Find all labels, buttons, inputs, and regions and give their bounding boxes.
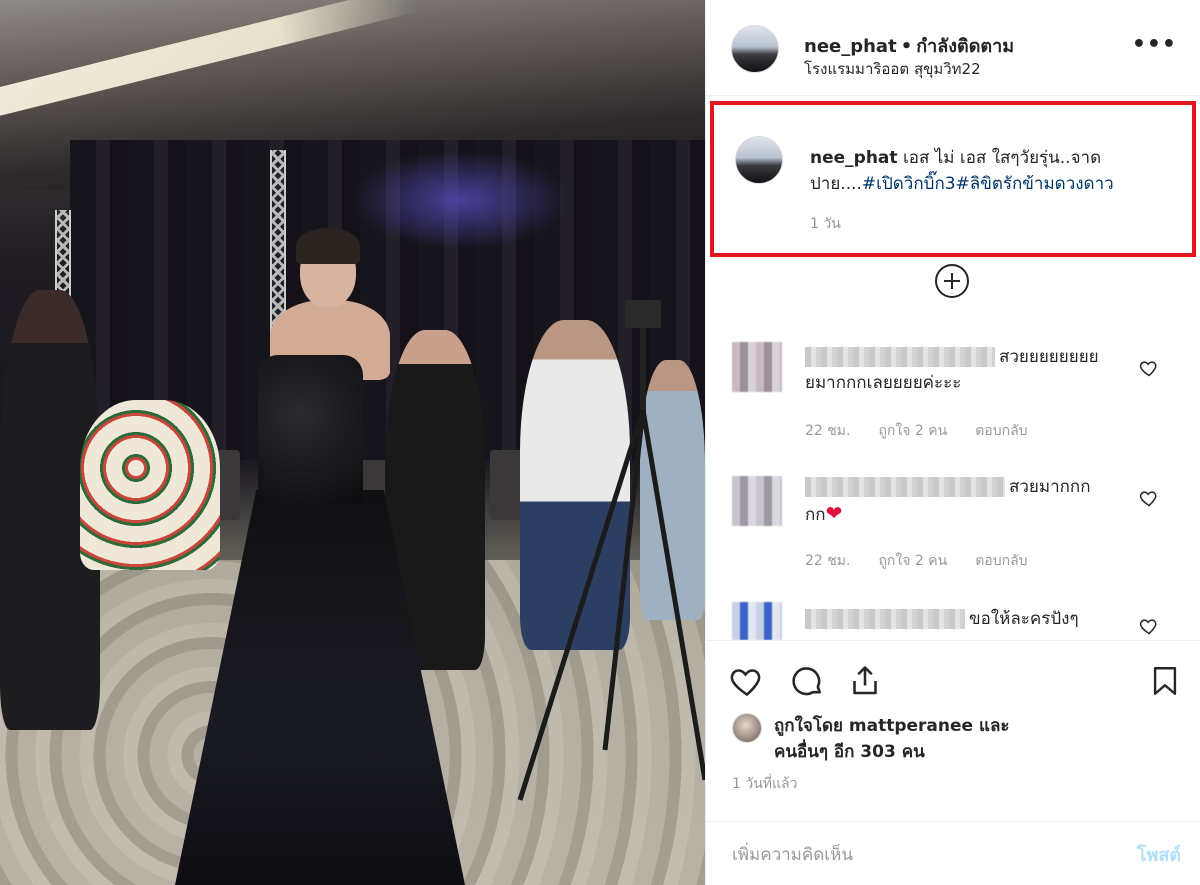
comment-reply[interactable]: ตอบกลับ bbox=[975, 423, 1027, 439]
liker-avatar[interactable] bbox=[732, 713, 762, 743]
post-header: nee_phat • กำลังติดตาม โรงแรมมาริออต สุขุม… bbox=[706, 0, 1200, 96]
caption-time: 1 วัน bbox=[810, 216, 841, 232]
comment-meta: 22 ชม. ถูกใจ 2 คน ตอบกลับ bbox=[805, 420, 1056, 442]
load-more-plus-icon[interactable] bbox=[935, 264, 969, 298]
caption-author-avatar[interactable] bbox=[735, 136, 783, 184]
comment-likes[interactable]: ถูกใจ 2 คน bbox=[878, 553, 947, 569]
comment-text: สวยยยยยยยยยมากกกเลยยยยค่ะะะ bbox=[805, 344, 1105, 396]
heart-icon[interactable] bbox=[1139, 488, 1159, 508]
comment-reply[interactable]: ตอบกลับ bbox=[975, 553, 1027, 569]
red-heart-emoji: ❤ bbox=[825, 501, 843, 525]
comment-avatar[interactable] bbox=[732, 342, 782, 392]
comment-time: 22 ชม. bbox=[805, 423, 851, 439]
comment-meta: 22 ชม. ถูกใจ 2 คน ตอบกลับ bbox=[805, 550, 1056, 572]
heart-icon[interactable] bbox=[728, 663, 766, 699]
post-photo[interactable] bbox=[0, 0, 705, 885]
photo-woman-hair bbox=[296, 228, 360, 264]
more-icon[interactable]: ••• bbox=[1132, 32, 1177, 57]
comment-text: ขอให้ละครปังๆ bbox=[805, 606, 1105, 632]
liked-by-and: และ bbox=[978, 716, 1010, 736]
author-username[interactable]: nee_phat bbox=[804, 36, 897, 57]
author-line: nee_phat • กำลังติดตาม bbox=[804, 31, 1014, 60]
heart-icon[interactable] bbox=[1139, 616, 1159, 636]
blurred-username[interactable] bbox=[805, 477, 1005, 497]
likes-text: ถูกใจโดย mattperanee และ คนอื่นๆ อีก 303… bbox=[774, 713, 1154, 765]
others-likes-link[interactable]: คนอื่นๆ อีก 303 คน bbox=[774, 742, 925, 762]
heart-icon[interactable] bbox=[1139, 358, 1159, 378]
caption-text: nee_phat เอส ไม่ เอส ใสๆวัยรุ่น..จาดปาย.… bbox=[810, 145, 1170, 197]
post-sidebar: nee_phat • กำลังติดตาม โรงแรมมาริออต สุขุม… bbox=[705, 0, 1200, 885]
author-avatar[interactable] bbox=[731, 25, 779, 73]
share-icon[interactable] bbox=[847, 663, 883, 699]
liker-username[interactable]: mattperanee bbox=[849, 716, 973, 736]
following-button[interactable]: กำลังติดตาม bbox=[916, 36, 1014, 57]
caption-username[interactable]: nee_phat bbox=[810, 148, 898, 168]
add-comment-bar: โพสต์ bbox=[706, 821, 1200, 885]
separator-dot: • bbox=[900, 36, 913, 57]
post-actions: ถูกใจโดย mattperanee และ คนอื่นๆ อีก 303… bbox=[706, 640, 1200, 885]
photo-gown-bodice bbox=[258, 355, 363, 505]
caption-hashtags[interactable]: #เปิดวิกบิ๊ก3#ลิขิตรักข้ามดวงดาว bbox=[862, 174, 1114, 194]
blurred-username[interactable] bbox=[805, 347, 995, 367]
photo-person bbox=[80, 400, 220, 570]
blurred-username[interactable] bbox=[805, 609, 965, 629]
bookmark-icon[interactable] bbox=[1148, 663, 1182, 699]
photo-tripod bbox=[517, 300, 705, 801]
comment-time: 22 ชม. bbox=[805, 553, 851, 569]
location-link[interactable]: โรงแรมมาริออต สุขุมวิท22 bbox=[804, 57, 981, 81]
post-comment-button[interactable]: โพสต์ bbox=[1137, 840, 1181, 869]
comment-body: ขอให้ละครปังๆ bbox=[969, 609, 1079, 629]
comment-avatar[interactable] bbox=[732, 476, 782, 526]
caption-highlight: nee_phat เอส ไม่ เอส ใสๆวัยรุ่น..จาดปาย.… bbox=[710, 101, 1196, 257]
liked-by-prefix: ถูกใจโดย bbox=[774, 716, 843, 736]
photo-stage-glow bbox=[350, 150, 570, 250]
comment-avatar[interactable] bbox=[732, 602, 782, 640]
post-date: 1 วันที่แล้ว bbox=[732, 776, 798, 792]
comment-icon[interactable] bbox=[788, 663, 826, 699]
comment-text: สวยมากกกกก❤ bbox=[805, 474, 1105, 528]
comment-likes[interactable]: ถูกใจ 2 คน bbox=[878, 423, 947, 439]
add-comment-input[interactable] bbox=[732, 840, 1072, 870]
